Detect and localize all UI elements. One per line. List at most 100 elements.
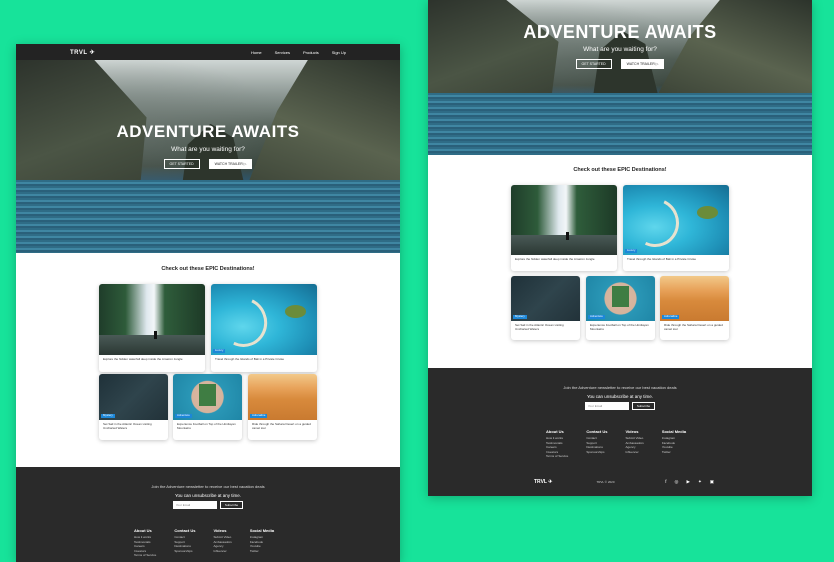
card-tag: Mystery [513, 314, 527, 319]
footer-link[interactable]: Submit Video [625, 436, 643, 441]
card-image-ocean: Mystery [511, 276, 580, 321]
destination-card-desert[interactable]: Adrenaline Ride through the Sahara Deser… [660, 276, 729, 340]
footer-link[interactable]: Terms of Service [134, 553, 156, 558]
card-tag: Adventure [513, 248, 530, 253]
destination-card-ocean[interactable]: Mystery Set Sail in the Atlantic Ocean v… [511, 276, 580, 340]
hero-section: ADVENTURE AWAITS What are you waiting fo… [16, 60, 400, 253]
footer-link[interactable]: Sponsorships [586, 450, 607, 455]
newsletter-message: Join the Adventure newsletter to receive… [151, 484, 265, 489]
footer-col-title: Social Media [661, 429, 687, 434]
card-image-island: Adventure [586, 276, 655, 321]
footer-link[interactable]: Influencer [213, 549, 231, 554]
subscribe-form: Your Email Subscribe [16, 501, 400, 509]
destination-card-waterfall[interactable]: Adventure Explore the hidden waterfall d… [511, 185, 617, 271]
footer-col-about: About Us How it works Testimonials Caree… [134, 528, 156, 558]
twitter-icon[interactable]: ✦ [698, 479, 702, 485]
footer-link-columns: About Us How it works Testimonials Caree… [546, 429, 686, 459]
footer-link-columns: About Us How it works Testimonials Caree… [134, 528, 274, 558]
footer-link[interactable]: Twitter [250, 549, 274, 554]
footer-bottom-bar: TRVL ✈ TRVL © 2020 f ◎ ▶ ✦ ▣ [534, 479, 714, 485]
newsletter-message: Join the Adventure newsletter to receive… [563, 385, 677, 390]
card-image-island: Adventure [173, 374, 242, 420]
destinations-heading: Check out these EPIC Destinations! [161, 266, 255, 272]
destination-card-desert[interactable]: Adrenaline Ride through the Sahara Deser… [248, 374, 317, 440]
footer-col-title: Videos [625, 429, 639, 434]
watch-trailer-button[interactable]: WATCH TRAILER ▷ [208, 159, 253, 169]
copyright: TRVL © 2020 [596, 480, 615, 484]
left-page-preview: TRVL ✈ Home Services Products Sign Up AD… [16, 44, 400, 562]
card-caption: Travel through the Islands of Bali in a … [215, 357, 285, 361]
card-caption: Experience Football on Top of the Himila… [590, 323, 649, 331]
card-caption: Experience Football on Top of the Himila… [177, 422, 236, 430]
social-icons: f ◎ ▶ ✦ ▣ [665, 479, 714, 485]
card-tag: Luxury [625, 248, 638, 253]
card-caption: Ride through the Sahara Desert on a guid… [252, 422, 311, 430]
instagram-icon[interactable]: ◎ [675, 479, 679, 485]
unsubscribe-note: You can unsubscribe at any time. [586, 394, 654, 399]
card-caption: Ride through the Sahara Desert on a guid… [664, 323, 723, 331]
unsubscribe-note: You can unsubscribe at any time. [174, 493, 242, 498]
card-caption: Set Sail in the Atlantic Ocean visiting … [103, 422, 152, 430]
footer-col-social: Social Media Instagram Facebook Youtube … [662, 429, 686, 459]
footer-col-videos: Videos Submit Video Ambassadors Agency I… [213, 528, 231, 558]
card-image-waterfall: Adventure [99, 284, 205, 355]
hero-content: ADVENTURE AWAITS What are you waiting fo… [428, 22, 812, 69]
card-tag: Adventure [101, 348, 118, 353]
watch-trailer-button[interactable]: WATCH TRAILER ▷ [620, 59, 665, 69]
linkedin-icon[interactable]: ▣ [710, 479, 714, 485]
card-tag: Luxury [213, 348, 226, 353]
card-tag: Adventure [588, 314, 605, 319]
card-caption: Travel through the Islands of Bali in a … [627, 257, 697, 261]
nav-link-services[interactable]: Services [275, 50, 290, 55]
destination-card-island[interactable]: Adventure Experience Football on Top of … [586, 276, 655, 340]
destination-card-ocean[interactable]: Mystery Set Sail in the Atlantic Ocean v… [99, 374, 168, 440]
hero-title: ADVENTURE AWAITS [116, 122, 300, 141]
card-caption: Explore the hidden waterfall deep inside… [515, 257, 595, 261]
card-tag: Adrenaline [662, 314, 680, 319]
footer-col-title: Contact Us [586, 429, 608, 434]
footer-link[interactable]: Twitter [662, 450, 686, 455]
destination-card-waterfall[interactable]: Adventure Explore the hidden waterfall d… [99, 284, 205, 372]
footer-col-social: Social Media Instagram Facebook Youtube … [250, 528, 274, 558]
email-input[interactable]: Your Email [172, 501, 217, 509]
footer-col-title: Videos [213, 528, 227, 533]
nav-link-home[interactable]: Home [251, 50, 262, 55]
youtube-icon[interactable]: ▶ [686, 479, 689, 485]
destination-card-lagoon[interactable]: Luxury Travel through the Islands of Bal… [623, 185, 729, 271]
email-input[interactable]: Your Email [584, 402, 629, 410]
card-caption: Set Sail in the Atlantic Ocean visiting … [515, 323, 564, 331]
right-page-preview: ADVENTURE AWAITS What are you waiting fo… [428, 0, 812, 496]
footer-link[interactable]: Terms of Service [546, 454, 568, 459]
footer-col-title: Contact Us [174, 528, 196, 533]
get-started-button[interactable]: GET STARTED [575, 59, 612, 69]
get-started-button[interactable]: GET STARTED [163, 159, 200, 169]
card-tag: Adrenaline [250, 413, 268, 418]
footer-logo[interactable]: TRVL ✈ [534, 479, 552, 485]
footer-link[interactable]: Submit Video [213, 535, 231, 540]
hero-content: ADVENTURE AWAITS What are you waiting fo… [16, 122, 400, 169]
nav-link-signup[interactable]: Sign Up [332, 50, 346, 55]
footer: Join the Adventure newsletter to receive… [16, 467, 400, 562]
card-caption: Explore the hidden waterfall deep inside… [103, 357, 183, 361]
nav-links: Home Services Products Sign Up [251, 50, 346, 55]
footer-link[interactable]: Sponsorships [174, 549, 195, 554]
nav-link-products[interactable]: Products [303, 50, 319, 55]
destination-card-island[interactable]: Adventure Experience Football on Top of … [173, 374, 242, 440]
card-tag: Adventure [175, 413, 192, 418]
facebook-icon[interactable]: f [665, 479, 666, 485]
destinations-heading: Check out these EPIC Destinations! [573, 167, 667, 173]
subscribe-button[interactable]: Subscribe [219, 501, 244, 509]
footer-link[interactable]: Influencer [625, 450, 643, 455]
footer-col-contact: Contact Us Contact Support Destinations … [586, 429, 607, 459]
footer-col-title: Social Media [249, 528, 275, 533]
card-image-ocean: Mystery [99, 374, 168, 420]
destination-card-lagoon[interactable]: Luxury Travel through the Islands of Bal… [211, 284, 317, 372]
footer-col-title: About Us [134, 528, 152, 533]
subscribe-button[interactable]: Subscribe [631, 402, 656, 410]
brand-logo[interactable]: TRVL ✈ [70, 49, 95, 56]
card-image-waterfall: Adventure [511, 185, 617, 255]
hero-title: ADVENTURE AWAITS [523, 22, 717, 42]
navbar: TRVL ✈ Home Services Products Sign Up [16, 44, 400, 60]
footer: Join the Adventure newsletter to receive… [428, 368, 812, 496]
hero-subtitle: What are you waiting for? [171, 146, 245, 153]
